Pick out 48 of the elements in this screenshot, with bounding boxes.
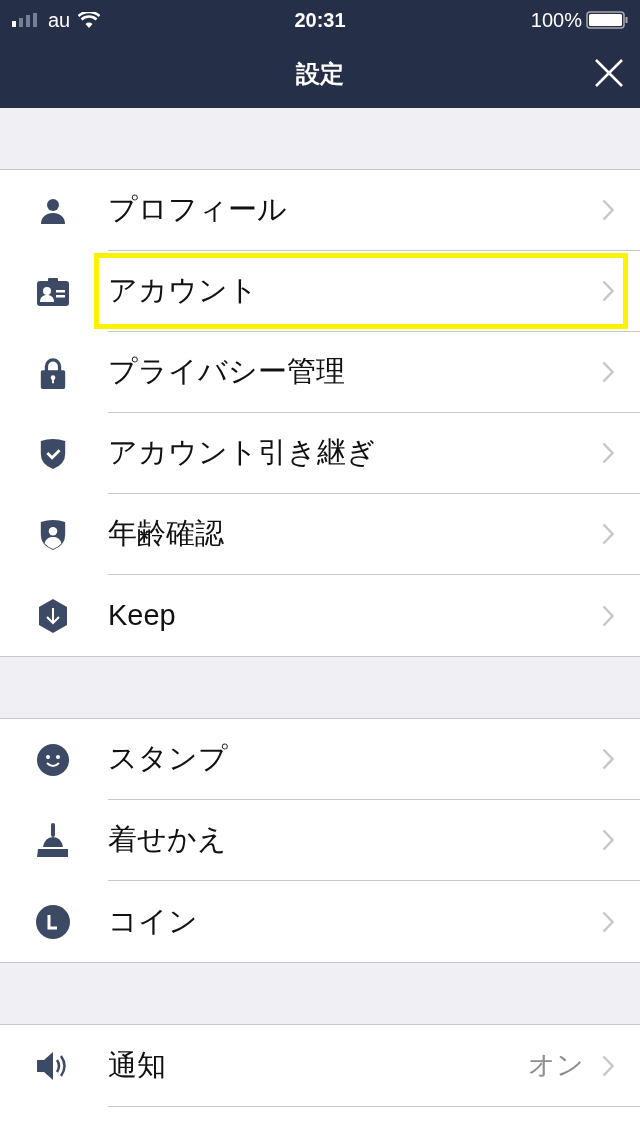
settings-row[interactable]: スタンプ <box>0 719 640 800</box>
row-label: Keep <box>108 597 177 633</box>
settings-row[interactable]: アカウント <box>0 251 640 332</box>
coin-icon <box>36 904 70 939</box>
shield-check-icon <box>38 436 68 471</box>
settings-row[interactable]: アカウント引き継ぎ <box>0 413 640 494</box>
shield-person-icon <box>38 517 68 552</box>
smiley-icon <box>37 743 69 776</box>
close-button[interactable] <box>594 58 624 88</box>
row-label: スタンプ <box>108 741 229 777</box>
chevron-icon <box>602 442 614 464</box>
row-label: アカウント <box>108 273 259 309</box>
chevron-icon <box>602 523 614 545</box>
settings-row[interactable]: 着せかえ <box>0 800 640 881</box>
screen-title: 設定 <box>296 59 344 89</box>
close-icon <box>594 58 624 88</box>
settings-row[interactable]: Keep <box>0 575 640 656</box>
chevron-icon <box>602 829 614 851</box>
row-label: 着せかえ <box>108 822 228 858</box>
carrier-name: au <box>48 8 71 33</box>
chevron-icon <box>602 199 614 221</box>
chevron-icon <box>602 604 614 627</box>
id-card-icon <box>36 276 70 307</box>
lock-icon <box>38 355 68 390</box>
row-value: オン <box>528 1049 584 1083</box>
row-label: 年齢確認 <box>108 516 225 552</box>
status-time: 20:31 <box>294 8 346 33</box>
chevron-icon <box>602 748 614 770</box>
brush-icon <box>37 822 69 859</box>
row-label: 通知 <box>108 1047 167 1083</box>
chevron-icon <box>602 361 614 383</box>
hexagon-download-icon <box>37 597 69 634</box>
wifi-icon <box>78 12 101 28</box>
row-label: プライバシー管理 <box>108 354 346 390</box>
battery-percentage: 100% <box>530 8 582 33</box>
signal-icon <box>12 13 40 27</box>
settings-row[interactable]: プロフィール <box>0 170 640 251</box>
settings-row[interactable]: プライバシー管理 <box>0 332 640 413</box>
settings-row[interactable]: 通知 オン <box>0 1025 640 1106</box>
row-label: アカウント引き継ぎ <box>108 435 377 471</box>
row-label: プロフィール <box>108 192 288 228</box>
settings-row[interactable]: 年齢確認 <box>0 494 640 575</box>
row-label: コイン <box>108 903 199 939</box>
chevron-icon <box>602 910 614 933</box>
chevron-icon <box>602 280 614 302</box>
settings-row[interactable]: コイン <box>0 881 640 962</box>
chevron-icon <box>602 1054 614 1077</box>
battery-icon <box>586 11 628 29</box>
